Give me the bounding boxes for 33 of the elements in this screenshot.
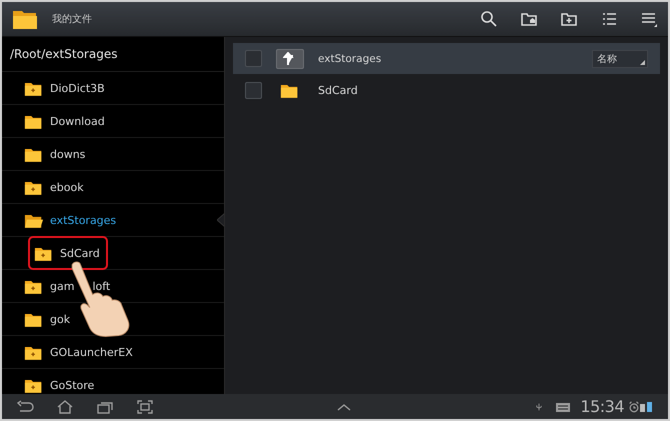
dropdown-corner-icon: [640, 60, 645, 64]
battery-icon: [638, 400, 654, 414]
home-icon[interactable]: [56, 400, 74, 414]
folder-label[interactable]: DioDict3B: [50, 82, 105, 94]
folder-label[interactable]: ebook: [50, 180, 84, 194]
file-name[interactable]: SdCard: [318, 84, 358, 96]
search-icon[interactable]: [480, 10, 498, 28]
list-icon[interactable]: [600, 10, 618, 28]
menu-icon[interactable]: [640, 10, 658, 28]
back-icon[interactable]: [16, 400, 34, 414]
folder-label[interactable]: gam: [50, 280, 74, 292]
folder-label[interactable]: downs: [50, 148, 86, 160]
folder-icon: [12, 8, 38, 30]
new-folder-icon[interactable]: [560, 10, 578, 28]
clock-time: 15:34: [580, 397, 624, 416]
folder-label[interactable]: SdCard: [60, 246, 100, 260]
parent-folder-button[interactable]: [276, 48, 304, 68]
folder-label[interactable]: extStorages: [50, 214, 116, 226]
folder-path: /Root/extStorages: [2, 37, 224, 72]
folder-home-icon[interactable]: [520, 10, 538, 28]
folder-label[interactable]: GOLauncherEX: [50, 346, 133, 358]
folder-label[interactable]: Download: [50, 114, 105, 128]
alarm-icon: [628, 400, 640, 414]
file-checkbox[interactable]: [245, 82, 262, 98]
current-folder-name: extStorages: [318, 52, 382, 64]
folder-label[interactable]: gok: [50, 312, 70, 326]
recent-apps-icon[interactable]: [96, 400, 114, 414]
sort-dropdown[interactable]: 名称: [592, 50, 648, 68]
folder-label[interactable]: loft: [92, 280, 110, 292]
folder-label[interactable]: GoStore: [50, 378, 94, 392]
app-title: 我的文件: [52, 12, 92, 26]
select-all-checkbox[interactable]: [245, 50, 262, 67]
screenshot-icon[interactable]: [136, 400, 154, 414]
